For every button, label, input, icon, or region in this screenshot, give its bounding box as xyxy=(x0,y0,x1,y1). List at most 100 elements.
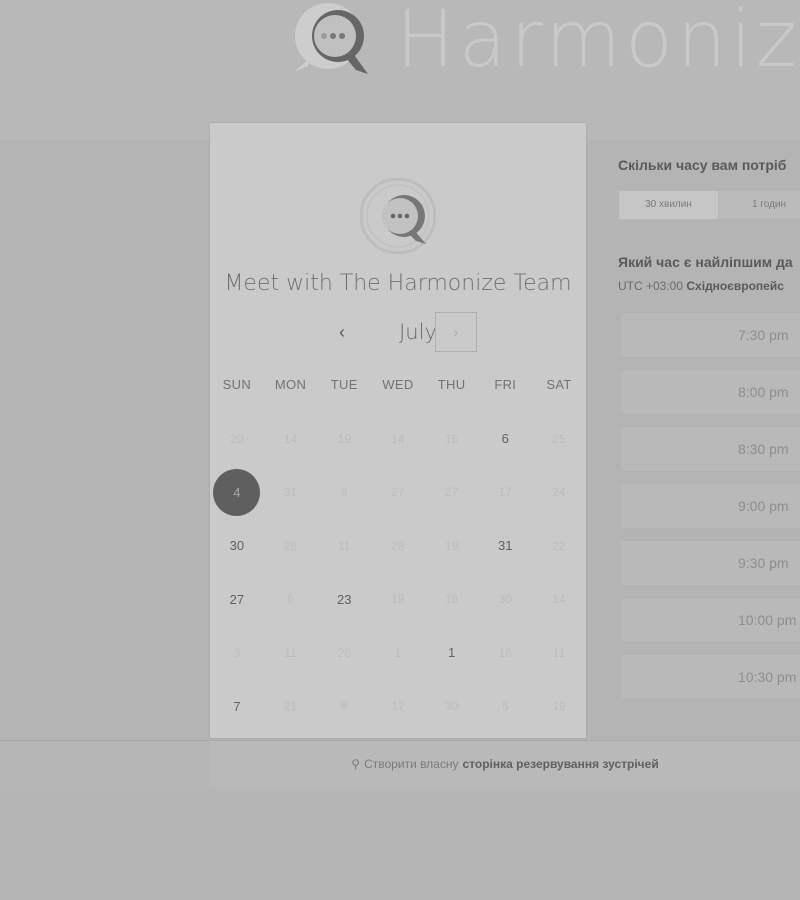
calendar-day-number: 11 xyxy=(284,645,297,660)
calendar-day-number: 15 xyxy=(444,431,459,446)
calendar-day-unavailable: 8 xyxy=(317,680,371,734)
calendar-day-unavailable: 11 xyxy=(532,626,586,680)
calendar-day-number: 16 xyxy=(498,645,512,660)
calendar-day-unavailable: 20 xyxy=(210,412,264,466)
weekday-label: TUE xyxy=(330,377,358,392)
brand-header: Harmoniz xyxy=(288,0,800,80)
calendar-week-row: 20 14 19 14 15 6 25 xyxy=(210,412,586,466)
footer-text-bold: сторінка резервування зустрічей xyxy=(462,757,659,771)
calendar-day-number: 30 xyxy=(444,699,459,714)
duration-tabs: 30 хвилин 1 годин xyxy=(618,190,800,220)
calendar-day-unavailable: 25 xyxy=(532,412,586,466)
calendar-week-row: 27 6 23 19 18 30 14 xyxy=(210,573,586,627)
calendar-day-number: 19 xyxy=(391,592,405,607)
calendar-day-number: 20 xyxy=(230,431,244,446)
calendar-day-number: 14 xyxy=(391,431,405,446)
time-slot-button[interactable]: 10:30 pm xyxy=(620,654,800,698)
calendar-day-number: 24 xyxy=(552,485,566,500)
calendar-day-available[interactable]: 27 xyxy=(210,573,264,627)
timezone-label: UTC +03:00 Східноєвропейс xyxy=(618,279,784,293)
time-slot-button[interactable]: 10:00 pm xyxy=(620,597,800,643)
time-slot-button[interactable]: 9:30 pm xyxy=(620,540,800,586)
time-slot-list: 7:30 pm 8:00 pm 8:30 pm 9:00 pm 9:30 pm … xyxy=(620,312,800,698)
calendar-day-number: 17 xyxy=(391,699,405,714)
calendar-day-available[interactable]: 30 xyxy=(210,519,264,573)
calendar-day-unavailable: 14 xyxy=(371,412,425,466)
calendar-day-unavailable: 22 xyxy=(532,519,586,573)
calendar-week-row: 7 21 8 17 30 5 19 xyxy=(210,680,586,734)
calendar-day-number: 1 xyxy=(447,645,456,661)
time-slot-button[interactable]: 7:30 pm xyxy=(620,312,800,358)
calendar-day-number: 21 xyxy=(283,699,298,714)
calendar-day-unavailable: 30 xyxy=(478,573,532,627)
calendar-day-number: 30 xyxy=(229,538,245,554)
duration-tab-30min[interactable]: 30 хвилин xyxy=(618,190,719,220)
weekday-label: FRI xyxy=(494,377,517,392)
footer-text: Створити власну xyxy=(364,757,459,771)
calendar-day-available[interactable]: 23 xyxy=(317,573,371,627)
calendar-day-number: 19 xyxy=(444,538,459,553)
calendar-day-number: 23 xyxy=(336,591,352,607)
time-slot-button[interactable]: 8:00 pm xyxy=(620,369,800,415)
calendar-day-available[interactable]: 7 xyxy=(210,680,264,734)
calendar-day-number: 8 xyxy=(340,699,348,714)
time-slot-button[interactable]: 9:00 pm xyxy=(620,483,800,529)
calendar-day-number: 11 xyxy=(552,645,566,660)
calendar-day-available[interactable]: 31 xyxy=(478,519,532,573)
calendar-day-number: 7 xyxy=(233,698,241,714)
calendar-day-unavailable: 19 xyxy=(371,573,425,627)
calendar-day-number: 6 xyxy=(287,592,294,607)
calendar-day-number: 25 xyxy=(552,431,566,446)
calendar-day-unavailable: 5 xyxy=(478,680,532,734)
calendar-day-number: 14 xyxy=(552,592,566,607)
weekday-label: SAT xyxy=(546,377,572,392)
calendar-week-row: 3 11 28 1 1 16 11 xyxy=(210,626,586,680)
calendar-day-unavailable: 21 xyxy=(264,680,318,734)
weekday-label: SUN xyxy=(222,377,252,392)
calendar-day-selected[interactable]: 4 xyxy=(210,466,264,520)
calendar-day-number: 4 xyxy=(213,468,261,516)
calendar-day-unavailable: 19 xyxy=(425,519,479,573)
calendar-day-unavailable: 19 xyxy=(532,680,586,734)
calendar-day-unavailable: 14 xyxy=(532,573,586,627)
calendar-day-unavailable: 18 xyxy=(425,573,479,627)
calendar-day-number: 18 xyxy=(444,592,459,607)
prev-month-button[interactable]: ‹ xyxy=(328,313,356,351)
calendar-day-number: 27 xyxy=(229,591,245,607)
calendar-day-unavailable: 14 xyxy=(264,412,318,466)
duration-heading: Скільки часу вам потріб xyxy=(618,157,787,173)
calendar-day-unavailable: 28 xyxy=(264,519,318,573)
calendar-day-number: 31 xyxy=(498,538,513,554)
calendar-day-available[interactable]: 6 xyxy=(478,412,532,466)
calendar-day-number: 11 xyxy=(337,538,351,553)
calendar-day-number: 28 xyxy=(337,645,351,660)
calendar-day-unavailable: 30 xyxy=(425,680,479,734)
calendar-day-number: 6 xyxy=(501,431,509,447)
calendar-day-unavailable: 27 xyxy=(371,466,425,520)
calendar-day-number: 3 xyxy=(233,645,241,660)
calendar-day-unavailable: 1 xyxy=(371,626,425,680)
calendar-day-number: 19 xyxy=(552,699,566,714)
calendar-day-unavailable: 17 xyxy=(371,680,425,734)
time-slot-button[interactable]: 8:30 pm xyxy=(620,426,800,472)
calendar-day-number: 31 xyxy=(283,485,298,500)
next-month-button[interactable]: › xyxy=(435,312,477,352)
magic-wand-icon: ⚲ xyxy=(351,757,361,771)
duration-tab-1hour[interactable]: 1 годин xyxy=(719,190,800,220)
calendar-day-number: 28 xyxy=(391,538,405,553)
calendar-day-number: 27 xyxy=(391,485,405,500)
host-avatar-icon xyxy=(360,178,436,254)
calendar-day-available[interactable]: 1 xyxy=(425,626,479,680)
weekday-label: THU xyxy=(437,377,466,392)
timezone-offset: UTC +03:00 xyxy=(618,279,684,293)
calendar-day-unavailable: 11 xyxy=(264,626,318,680)
calendar-day-unavailable: 6 xyxy=(264,573,318,627)
weekday-label: WED xyxy=(382,377,414,392)
calendar-day-number: 28 xyxy=(283,538,298,553)
day-grid: 20 14 19 14 15 6 25 4 31 6 27 27 17 24 30 28 11 28 19 31 22 2… xyxy=(210,412,586,733)
calendar-week-row: 4 31 6 27 27 17 24 xyxy=(210,466,586,520)
calendar-day-number: 5 xyxy=(501,699,509,714)
calendar-day-unavailable: 17 xyxy=(478,466,532,520)
create-booking-page-link[interactable]: ⚲ Створити власну сторінка резервування … xyxy=(210,741,800,787)
calendar-day-unavailable: 16 xyxy=(478,626,532,680)
